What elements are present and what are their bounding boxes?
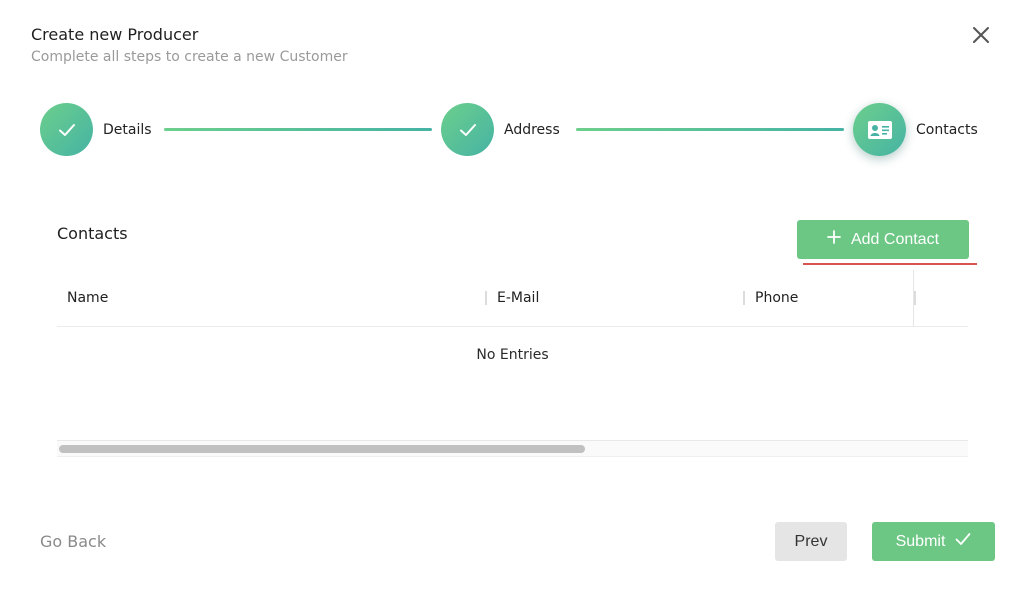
dialog-title: Create new Producer [31, 25, 199, 44]
dialog-subtitle: Complete all steps to create a new Custo… [31, 49, 348, 65]
step-contacts-label: Contacts [916, 121, 978, 138]
column-resize-handle[interactable] [914, 291, 916, 305]
step-connector-1 [164, 128, 432, 131]
check-icon [955, 532, 971, 551]
annotation-underline [803, 263, 977, 265]
column-resize-handle[interactable] [485, 291, 487, 305]
contacts-section-title: Contacts [57, 224, 128, 243]
step-details-label: Details [103, 121, 152, 138]
step-connector-2 [576, 128, 844, 131]
check-icon [441, 103, 494, 156]
step-contacts[interactable]: Contacts [853, 103, 978, 156]
scrollbar-thumb[interactable] [59, 445, 585, 453]
column-resize-handle[interactable] [743, 291, 745, 305]
add-contact-button[interactable]: Add Contact [797, 220, 969, 259]
contact-card-icon [853, 103, 906, 156]
step-details[interactable]: Details [40, 103, 152, 156]
check-icon [40, 103, 93, 156]
horizontal-scrollbar[interactable] [57, 440, 968, 457]
column-header-name[interactable]: Name [67, 290, 108, 306]
prev-label: Prev [794, 532, 828, 550]
add-contact-label: Add Contact [850, 230, 940, 248]
table-header: Name E-Mail Phone [57, 270, 968, 327]
contacts-table: Name E-Mail Phone No Entries [57, 270, 968, 458]
column-header-phone[interactable]: Phone [755, 290, 798, 306]
step-address-label: Address [504, 121, 560, 138]
empty-state-text: No Entries [476, 347, 549, 363]
prev-button[interactable]: Prev [775, 522, 847, 561]
create-producer-dialog: Create new Producer Complete all steps t… [0, 0, 1024, 589]
step-address[interactable]: Address [441, 103, 560, 156]
submit-button[interactable]: Submit [872, 522, 995, 561]
plus-icon [827, 230, 841, 249]
column-header-email[interactable]: E-Mail [497, 290, 539, 306]
close-icon[interactable] [970, 24, 992, 46]
submit-label: Submit [895, 532, 946, 550]
go-back-link[interactable]: Go Back [40, 532, 106, 551]
